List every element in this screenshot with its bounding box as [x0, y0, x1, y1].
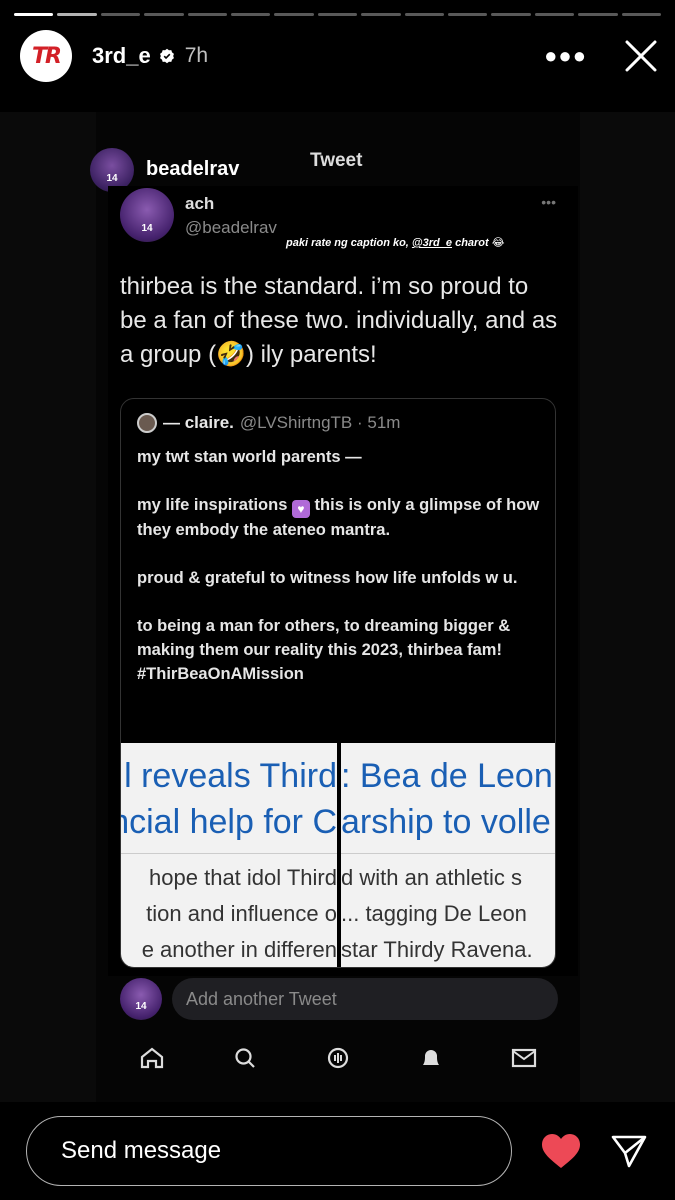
progress-segment — [274, 13, 314, 16]
progress-segment — [448, 13, 488, 16]
purple-heart-icon: ♥ — [291, 500, 310, 518]
heart-icon[interactable] — [540, 1132, 582, 1170]
brand-logo: TR — [32, 43, 62, 69]
progress-segment — [14, 13, 54, 16]
story-header: TR 3rd_e 7h ●●● — [20, 30, 659, 82]
quote-name: — claire. — [163, 413, 234, 432]
screen-title: Tweet — [310, 150, 363, 171]
quote-line: my twt stan world parents — — [137, 448, 362, 466]
send-message-input[interactable]: Send message — [26, 1116, 512, 1186]
progress-segment — [57, 13, 97, 16]
progress-segment — [231, 13, 271, 16]
progress-segment — [144, 13, 184, 16]
progress-segment — [361, 13, 401, 16]
quote-images: l reveals Third ncial help for C hope th… — [121, 743, 555, 967]
quote-header: — claire. @LVShirtngTB · 51m — [137, 413, 400, 433]
quoted-tweet: — claire. @LVShirtngTB · 51m my twt stan… — [120, 398, 556, 968]
story-progress — [14, 13, 662, 16]
close-icon[interactable] — [623, 38, 659, 74]
progress-segment — [578, 13, 618, 16]
top-username: beadelrav — [146, 158, 240, 180]
profile-avatar[interactable]: TR — [20, 30, 72, 82]
search-icon — [231, 1044, 259, 1072]
quote-line: proud & grateful to witness how life unf… — [137, 569, 518, 587]
progress-segment — [404, 13, 445, 16]
tweet-handle: @beadelrav — [185, 218, 277, 237]
spaces-icon — [324, 1044, 352, 1072]
quote-line: to being a man for others, to dreaming b… — [137, 617, 511, 659]
progress-segment — [621, 13, 662, 16]
quote-hashtag: #ThirBeaOnAMission — [137, 665, 304, 683]
progress-segment — [491, 13, 531, 16]
reply-avatar: 14 — [120, 978, 162, 1020]
home-icon — [138, 1044, 166, 1072]
send-icon[interactable] — [610, 1132, 648, 1170]
story-time: 7h — [184, 44, 209, 67]
story-username[interactable]: 3rd_e — [92, 43, 151, 69]
twitter-tab-bar — [96, 1038, 580, 1078]
quote-avatar — [137, 413, 157, 433]
more-options-icon[interactable]: ●●● — [544, 45, 587, 67]
tweet-card: 14 ach @beadelrav ••• paki rate ng capti… — [108, 186, 578, 976]
tweet-text: thirbea is the standard. i’m so proud to… — [120, 273, 558, 368]
progress-segment — [317, 13, 358, 16]
news-image-left: l reveals Third ncial help for C hope th… — [121, 743, 337, 967]
news-image-right: : Bea de Leon arship to volle d with an … — [341, 743, 555, 967]
tweet-avatar: 14 — [120, 188, 174, 242]
messages-icon — [510, 1044, 538, 1072]
quote-meta: @LVShirtngTB · 51m — [239, 413, 401, 432]
progress-segment — [100, 13, 141, 16]
verified-badge-icon — [159, 48, 174, 64]
tweet-display-name: ach — [185, 194, 215, 213]
notifications-icon — [417, 1044, 445, 1072]
quote-body: my twt stan world parents — my life insp… — [137, 445, 547, 686]
reply-bar: 14 Add another Tweet — [108, 976, 578, 1026]
caption-mention: @3rd_e — [411, 237, 453, 249]
progress-segment — [187, 13, 228, 16]
progress-segment — [534, 13, 575, 16]
caption-overlay: paki rate ng caption ko, @3rd_e charot 😂 — [286, 237, 505, 249]
quote-line: my life inspirations ♥ this is only a gl… — [137, 496, 540, 539]
add-tweet-input: Add another Tweet — [172, 978, 558, 1020]
tweet-more-icon: ••• — [541, 194, 556, 210]
